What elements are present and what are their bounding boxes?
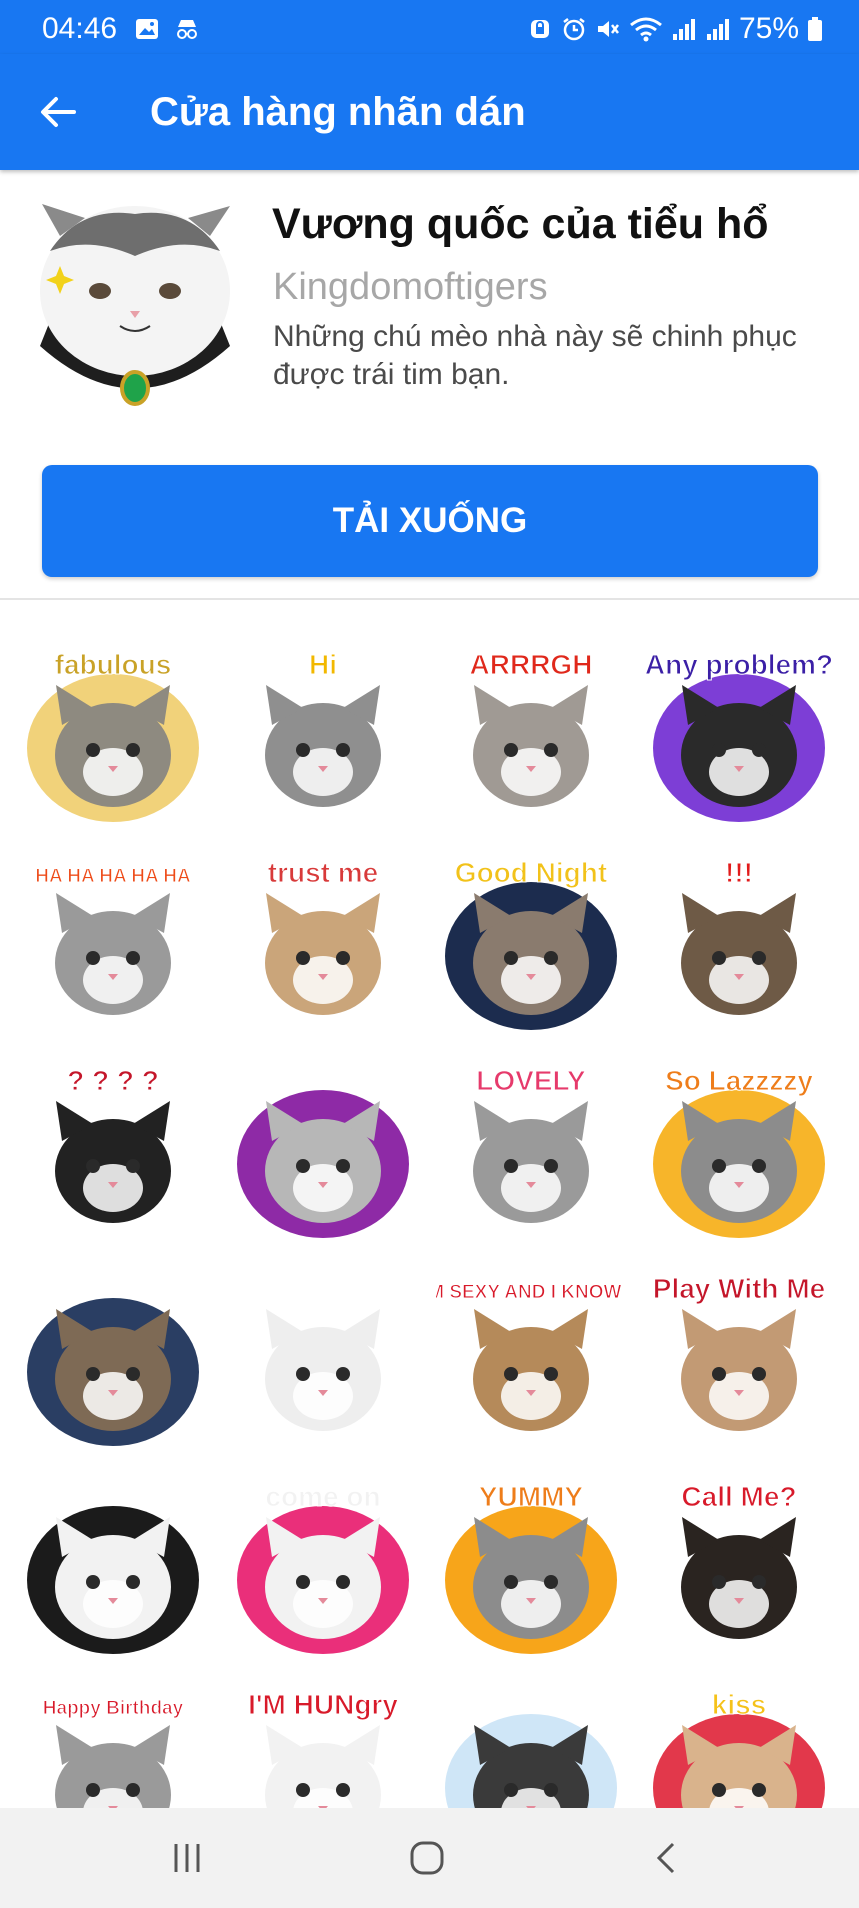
status-left-icons xyxy=(134,16,200,42)
mute-icon xyxy=(597,21,619,37)
status-time: 04:46 xyxy=(42,12,118,45)
sticker-caption: HA HA HA HA HA xyxy=(35,866,191,887)
sticker-item[interactable]: I'M HUNgry xyxy=(228,1680,418,1808)
status-bar: 04:46 75% xyxy=(0,0,859,54)
sticker-item[interactable]: Happy Birthday xyxy=(18,1680,208,1808)
sticker-caption: Any problem? xyxy=(645,649,833,680)
signal-icon-2 xyxy=(706,19,729,40)
sticker-item[interactable] xyxy=(18,1264,208,1454)
pack-title: Vương quốc của tiểu hổ xyxy=(272,200,769,248)
sticker-caption: fabulous xyxy=(55,649,172,680)
sticker-item[interactable]: come on xyxy=(228,1472,418,1662)
sticker-caption: trust me xyxy=(268,857,378,888)
sticker-item[interactable]: Hi xyxy=(228,640,418,830)
sticker-caption: Call Me? xyxy=(681,1481,796,1512)
page-title: Cửa hàng nhãn dán xyxy=(150,90,526,134)
sticker-caption: So Lazzzzy xyxy=(665,1065,813,1096)
pack-thumbnail-image xyxy=(40,204,230,406)
alarm-icon xyxy=(563,18,585,41)
sticker-item[interactable]: Play With Me xyxy=(644,1264,834,1454)
sticker-item[interactable]: Call Me? xyxy=(644,1472,834,1662)
sticker-caption: I'M SEXY AND I KNOW IT xyxy=(436,1282,626,1303)
sticker-item[interactable]: Any problem? xyxy=(644,640,834,830)
sticker-caption: Good Night xyxy=(455,857,607,888)
battery-percent: 75% xyxy=(738,12,799,45)
sticker-caption: I'M HUNgry xyxy=(248,1689,398,1720)
sticker-grid: fabulous Hi ARRRGH Any problem? HA HA HA HA … xyxy=(18,640,848,1808)
lock-app-icon xyxy=(530,20,549,38)
status-right-icons: 75% xyxy=(527,12,823,46)
sticker-item[interactable] xyxy=(228,1264,418,1454)
incognito-icon xyxy=(177,20,197,39)
sticker-caption: YUMMY xyxy=(479,1481,584,1512)
sticker-item[interactable]: !!! xyxy=(644,848,834,1038)
home-button[interactable] xyxy=(392,1832,462,1884)
sticker-item[interactable]: ? ? ? ? xyxy=(18,1056,208,1246)
sticker-caption: Hi xyxy=(309,649,337,680)
home-icon xyxy=(410,1841,444,1875)
sticker-item[interactable]: kiss xyxy=(644,1680,834,1808)
divider xyxy=(0,598,859,600)
signal-icon xyxy=(672,19,695,40)
sticker-item[interactable]: So Lazzzzy xyxy=(644,1056,834,1246)
recent-apps-icon xyxy=(174,1844,200,1872)
wifi-icon xyxy=(630,17,662,42)
app-bar: Cửa hàng nhãn dán xyxy=(0,54,859,170)
sticker-item[interactable]: trust me xyxy=(228,848,418,1038)
chevron-left-icon xyxy=(656,1842,675,1874)
gallery-notification-icon xyxy=(136,19,158,39)
sticker-caption: come on xyxy=(265,1481,380,1512)
arrow-left-icon xyxy=(41,97,76,127)
sticker-item[interactable]: LOVELY xyxy=(436,1056,626,1246)
pack-author: Kingdomoftigers xyxy=(273,266,548,308)
sticker-caption: Happy Birthday xyxy=(43,1698,184,1719)
sticker-item[interactable] xyxy=(228,1056,418,1246)
sticker-item[interactable]: I'M SEXY AND I KNOW IT xyxy=(436,1264,626,1454)
back-button[interactable] xyxy=(30,84,86,140)
sticker-item[interactable]: fabulous xyxy=(18,640,208,830)
sticker-caption: kiss xyxy=(712,1689,767,1720)
download-button[interactable]: TẢI XUỐNG xyxy=(42,465,818,577)
sticker-item[interactable]: HA HA HA HA HA xyxy=(18,848,208,1038)
sticker-item[interactable] xyxy=(436,1680,626,1808)
sticker-caption: ? ? ? ? xyxy=(67,1065,159,1096)
pack-description: Những chú mèo nhà này sẽ chinh phục được… xyxy=(273,320,797,391)
sticker-item[interactable]: Good Night xyxy=(436,848,626,1038)
sticker-caption: ARRRGH xyxy=(470,649,593,680)
battery-icon xyxy=(808,17,822,41)
system-navigation-bar xyxy=(0,1808,859,1908)
sticker-pack-header: Vương quốc của tiểu hổ Kingdomoftigers N… xyxy=(0,170,859,600)
recent-apps-button[interactable] xyxy=(152,1832,222,1884)
sticker-item[interactable]: YUMMY xyxy=(436,1472,626,1662)
system-back-button[interactable] xyxy=(632,1832,702,1884)
sticker-item[interactable]: ARRRGH xyxy=(436,640,626,830)
sticker-item[interactable] xyxy=(18,1472,208,1662)
sticker-caption: Play With Me xyxy=(653,1273,825,1304)
sticker-caption: !!! xyxy=(725,857,753,888)
sticker-caption: LOVELY xyxy=(476,1065,586,1096)
